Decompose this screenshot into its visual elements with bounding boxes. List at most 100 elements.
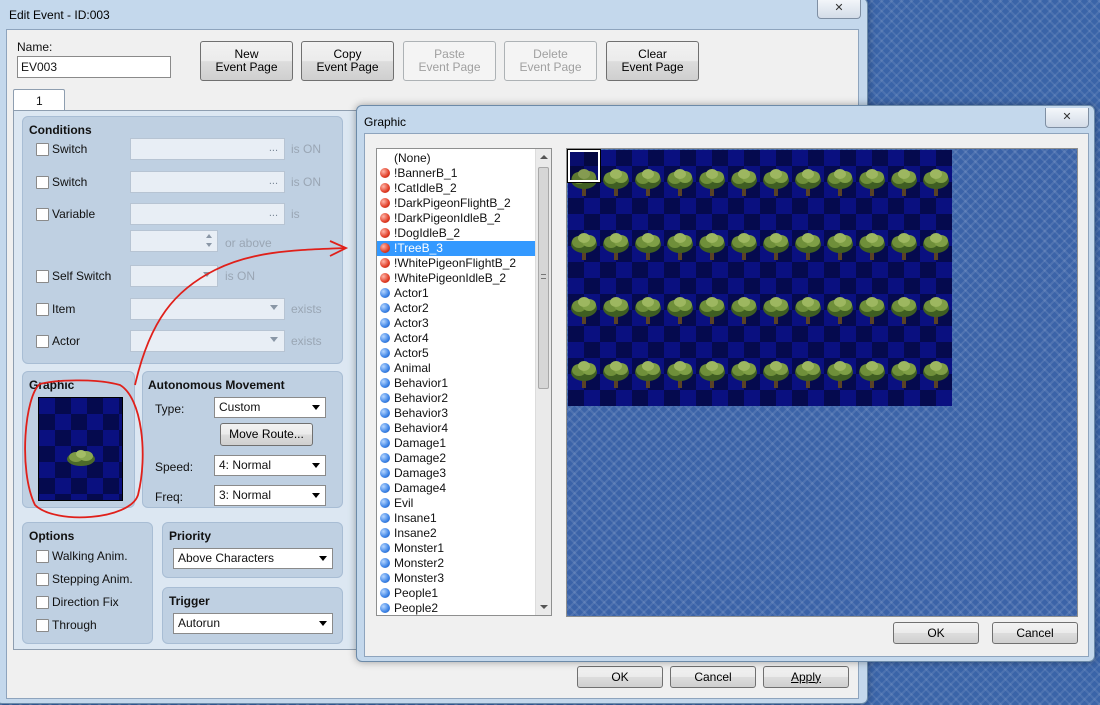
variable-value-spinner[interactable] bbox=[130, 230, 218, 252]
file-list-item[interactable]: (None) bbox=[377, 151, 536, 166]
tree-sprite-cell[interactable] bbox=[728, 230, 760, 262]
tree-sprite-cell[interactable] bbox=[760, 230, 792, 262]
tree-sprite-cell[interactable] bbox=[632, 166, 664, 198]
tree-sprite-cell[interactable] bbox=[888, 358, 920, 390]
file-list-item[interactable]: Insane2 bbox=[377, 526, 536, 541]
tree-sprite-cell[interactable] bbox=[664, 230, 696, 262]
item-checkbox[interactable] bbox=[36, 303, 49, 316]
file-list-item[interactable]: Animal bbox=[377, 361, 536, 376]
tree-sprite-cell[interactable] bbox=[920, 230, 952, 262]
file-list-item[interactable]: !DogIdleB_2 bbox=[377, 226, 536, 241]
tree-sprite-cell[interactable] bbox=[696, 166, 728, 198]
tree-sprite-cell[interactable] bbox=[664, 166, 696, 198]
tree-sprite-cell[interactable] bbox=[600, 166, 632, 198]
file-list-item[interactable]: Damage3 bbox=[377, 466, 536, 481]
file-list-item[interactable]: People1 bbox=[377, 586, 536, 601]
actor-select[interactable] bbox=[130, 330, 285, 352]
sprite-sheet-area[interactable] bbox=[566, 148, 1078, 617]
file-list-item[interactable]: Actor2 bbox=[377, 301, 536, 316]
self-switch-select[interactable] bbox=[130, 265, 218, 287]
tree-sprite-cell[interactable] bbox=[568, 294, 600, 326]
variable-checkbox[interactable] bbox=[36, 208, 49, 221]
walking-anim-checkbox[interactable] bbox=[36, 550, 49, 563]
file-list-item[interactable]: !BannerB_1 bbox=[377, 166, 536, 181]
tree-sprite-cell[interactable] bbox=[824, 294, 856, 326]
graphic-file-list[interactable]: (None) !BannerB_1 !CatIdleB_2 !DarkPigeonFl… bbox=[376, 148, 552, 616]
file-list-item[interactable]: People2 bbox=[377, 601, 536, 615]
tree-sprite-cell[interactable] bbox=[824, 230, 856, 262]
direction-fix-checkbox[interactable] bbox=[36, 596, 49, 609]
file-list-item[interactable]: !DarkPigeonIdleB_2 bbox=[377, 211, 536, 226]
tree-sprite-cell[interactable] bbox=[632, 230, 664, 262]
self-switch-checkbox[interactable] bbox=[36, 270, 49, 283]
tree-sprite-cell[interactable] bbox=[696, 294, 728, 326]
file-list-item[interactable]: Evil bbox=[377, 496, 536, 511]
switch1-checkbox[interactable] bbox=[36, 143, 49, 156]
tree-sprite-cell[interactable] bbox=[792, 294, 824, 326]
name-input[interactable]: EV003 bbox=[17, 56, 171, 78]
item-select[interactable] bbox=[130, 298, 285, 320]
move-route-button[interactable]: Move Route... bbox=[220, 423, 313, 446]
tree-sprite-cell[interactable] bbox=[568, 230, 600, 262]
switch1-field[interactable]: ... bbox=[130, 138, 285, 160]
tree-sprite-cell[interactable] bbox=[856, 294, 888, 326]
file-list-item[interactable]: Behavior2 bbox=[377, 391, 536, 406]
scroll-thumb[interactable] bbox=[538, 167, 549, 389]
tree-sprite-cell[interactable] bbox=[824, 358, 856, 390]
tree-sprite-cell[interactable] bbox=[856, 166, 888, 198]
tree-sprite-cell[interactable] bbox=[728, 358, 760, 390]
new-event-page-button[interactable]: New Event Page bbox=[200, 41, 293, 81]
actor-checkbox[interactable] bbox=[36, 335, 49, 348]
tree-sprite-cell[interactable] bbox=[632, 358, 664, 390]
tree-sprite-cell[interactable] bbox=[664, 294, 696, 326]
tree-sprite-cell[interactable] bbox=[856, 230, 888, 262]
file-list-item[interactable]: Behavior1 bbox=[377, 376, 536, 391]
tree-sprite-cell[interactable] bbox=[792, 166, 824, 198]
switch2-checkbox[interactable] bbox=[36, 176, 49, 189]
tree-sprite-cell[interactable] bbox=[600, 294, 632, 326]
tree-sprite-cell[interactable] bbox=[792, 230, 824, 262]
tree-sprite-cell[interactable] bbox=[856, 358, 888, 390]
tree-sprite-cell[interactable] bbox=[760, 358, 792, 390]
tree-sprite-cell[interactable] bbox=[888, 230, 920, 262]
file-list-item[interactable]: Actor3 bbox=[377, 316, 536, 331]
file-list-item[interactable]: Actor4 bbox=[377, 331, 536, 346]
tree-sprite-cell[interactable] bbox=[760, 294, 792, 326]
sprite-sheet[interactable] bbox=[567, 149, 952, 406]
file-list-item[interactable]: Monster2 bbox=[377, 556, 536, 571]
file-list-item[interactable]: !DarkPigeonFlightB_2 bbox=[377, 196, 536, 211]
file-list-item[interactable]: Monster3 bbox=[377, 571, 536, 586]
tree-sprite-cell[interactable] bbox=[568, 358, 600, 390]
freq-select[interactable]: 3: Normal bbox=[214, 485, 326, 506]
file-list-item[interactable]: !WhitePigeonIdleB_2 bbox=[377, 271, 536, 286]
file-list-item[interactable]: !WhitePigeonFlightB_2 bbox=[377, 256, 536, 271]
tree-sprite-cell[interactable] bbox=[792, 358, 824, 390]
file-list-item[interactable]: Damage2 bbox=[377, 451, 536, 466]
trigger-select[interactable]: Autorun bbox=[173, 613, 333, 634]
tree-sprite-cell[interactable] bbox=[632, 294, 664, 326]
file-list-item[interactable]: !TreeB_3 bbox=[377, 241, 536, 256]
tree-sprite-cell[interactable] bbox=[920, 166, 952, 198]
graphic-dialog-close-button[interactable]: ✕ bbox=[1045, 108, 1089, 128]
clear-event-page-button[interactable]: Clear Event Page bbox=[606, 41, 699, 81]
tree-sprite-cell[interactable] bbox=[600, 230, 632, 262]
delete-event-page-button[interactable]: Delete Event Page bbox=[504, 41, 597, 81]
file-list-item[interactable]: !CatIdleB_2 bbox=[377, 181, 536, 196]
copy-event-page-button[interactable]: Copy Event Page bbox=[301, 41, 394, 81]
tree-sprite-cell[interactable] bbox=[664, 358, 696, 390]
tab-page-1[interactable]: 1 bbox=[13, 89, 65, 111]
file-list-item[interactable]: Damage4 bbox=[377, 481, 536, 496]
tree-sprite-cell[interactable] bbox=[888, 166, 920, 198]
file-list-item[interactable]: Behavior3 bbox=[377, 406, 536, 421]
graphic-ok-button[interactable]: OK bbox=[893, 622, 979, 644]
speed-select[interactable]: 4: Normal bbox=[214, 455, 326, 476]
stepping-anim-checkbox[interactable] bbox=[36, 573, 49, 586]
file-list-scrollbar[interactable] bbox=[535, 149, 551, 615]
tree-sprite-cell[interactable] bbox=[728, 294, 760, 326]
tree-sprite-cell[interactable] bbox=[888, 294, 920, 326]
tree-sprite-cell[interactable] bbox=[696, 230, 728, 262]
file-list-item[interactable]: Actor1 bbox=[377, 286, 536, 301]
through-checkbox[interactable] bbox=[36, 619, 49, 632]
variable-field[interactable]: ... bbox=[130, 203, 285, 225]
graphic-cancel-button[interactable]: Cancel bbox=[992, 622, 1078, 644]
